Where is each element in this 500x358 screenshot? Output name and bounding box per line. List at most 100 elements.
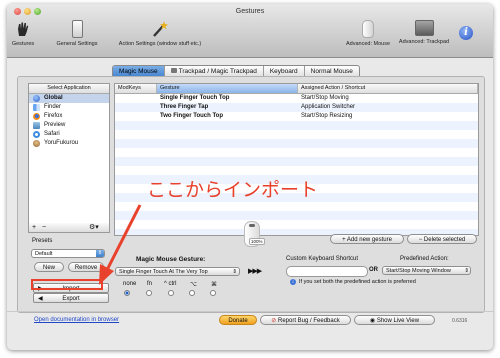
app-item-safari[interactable]: Safari [29, 130, 109, 139]
toolbar-action-settings[interactable]: Action Settings (window stuff etc.) [105, 20, 215, 47]
shortcut-label: Custom Keyboard Shortcut [286, 256, 359, 262]
app-item-finder[interactable]: Finder [29, 103, 109, 112]
modkey-radio-option[interactable] [189, 290, 195, 296]
gesture-select[interactable]: Single Finger Touch At The Very Top ⇕ [115, 267, 240, 276]
export-arrow-icon: ◀ [38, 296, 43, 302]
export-label: Export [62, 296, 80, 302]
gesture-select-value: Single Finger Touch At The Very Top [119, 269, 208, 275]
app-item-preview[interactable]: Preview [29, 121, 109, 130]
import-annotation-text: ここからインポート [147, 179, 319, 201]
app-item-firefox[interactable]: Firefox [29, 112, 109, 121]
table-cell-modkeys [115, 94, 157, 103]
mouse-touch-top-indicator [249, 224, 255, 227]
chevron-updown-icon: ⇕ [464, 268, 469, 274]
chevron-updown-icon: ⇕ [232, 269, 237, 275]
table-row[interactable]: Two Finger Touch Top Start/Stop Resizing [115, 112, 478, 121]
info-small-icon: i [290, 279, 296, 285]
trackpad-tab-icon [170, 68, 177, 73]
table-cell-action: Start/Stop Moving [301, 95, 349, 101]
table-cell-gesture: Three Finger Tap [160, 104, 209, 110]
table-cell-action: Start/Stop Resizing [301, 113, 353, 119]
application-list-controls: + − ⚙▾ [28, 223, 110, 233]
modkey-label-none: none [123, 281, 137, 287]
export-button[interactable]: ◀ Export [33, 293, 109, 303]
table-cell-action: Application Switcher [301, 104, 356, 110]
tab-trackpad-label: Trackpad / Magic Trackpad [178, 68, 257, 75]
toolbar-adv-trackpad-label: Advanced: Trackpad [398, 39, 450, 45]
table-cell-gesture: Two Finger Touch Top [160, 113, 223, 119]
predefined-select-value: Start/Stop Moving Window [386, 268, 451, 274]
info-icon[interactable]: i [459, 26, 473, 40]
delete-selected-button[interactable]: − Delete selected [407, 234, 477, 244]
show-live-view-button[interactable]: ◉ Show Live View [354, 315, 435, 325]
report-icon: ⊘ [271, 318, 278, 324]
donate-button[interactable]: Donate [219, 315, 257, 325]
report-bug-label: Report Bug / Feedback [278, 318, 340, 324]
gesture-table-header: ModKeys Gesture Assigned Action / Shortc… [115, 84, 478, 94]
gesture-select-label: Magic Mouse Gesture: [136, 256, 206, 263]
gear-icon[interactable]: ⚙▾ [89, 223, 99, 232]
eye-icon: ◉ [369, 318, 377, 324]
modkey-radio-command[interactable] [210, 290, 216, 296]
modkey-label-command: ⌘ [211, 282, 217, 288]
footer-divider [7, 311, 493, 312]
app-item-label: YoruFukurou [44, 140, 79, 146]
switch-icon [71, 20, 83, 38]
add-app-button[interactable]: + [32, 223, 36, 232]
toolbar-general-label: General Settings [56, 41, 98, 47]
table-row-empty [115, 148, 478, 157]
report-bug-button[interactable]: ⊘ Report Bug / Feedback [260, 315, 351, 325]
modkey-radio-none[interactable] [124, 290, 130, 296]
app-item-label: Global [44, 95, 63, 101]
window-title: Gestures [235, 8, 265, 15]
arrows-indicator: ▶▶▶ [248, 268, 262, 275]
toolbar-gestures[interactable]: Gestures [9, 20, 37, 47]
toolbar-advanced-mouse[interactable]: Advanced: Mouse [343, 20, 393, 47]
modkey-label-fn: fn [147, 281, 153, 287]
table-row[interactable]: Single Finger Touch Top Start/Stop Movin… [115, 94, 478, 103]
table-cell-gesture: Single Finger Touch Top [160, 95, 230, 101]
table-row-empty [115, 130, 478, 139]
select-stepper-icon: ⇕ [96, 250, 104, 257]
table-row-empty [115, 202, 478, 211]
finder-icon [33, 104, 40, 111]
app-item-label: Safari [44, 131, 60, 137]
magic-wand-icon [151, 20, 169, 38]
window-toolbar: Gestures Gestures General Settings Actio… [7, 4, 493, 58]
version-label: 0.6316 [452, 318, 468, 324]
preset-select[interactable]: Default ⇕ [31, 249, 105, 258]
global-icon [33, 95, 40, 102]
trackpad-icon [414, 20, 434, 36]
app-item-label: Firefox [44, 113, 63, 119]
new-preset-button[interactable]: New [34, 262, 64, 272]
toolbar-gestures-label: Gestures [11, 41, 35, 47]
modkey-radio-ctrl[interactable] [168, 290, 174, 296]
show-live-view-label: Show Live View [376, 318, 420, 324]
predefined-action-select[interactable]: Start/Stop Moving Window ⇕ [382, 266, 471, 275]
documentation-link[interactable]: Open documentation in browser [34, 317, 119, 323]
column-modkeys[interactable]: ModKeys [115, 84, 157, 93]
safari-icon [33, 131, 40, 138]
app-item-yorufukurou[interactable]: YoruFukurou [29, 139, 109, 148]
table-row[interactable]: Three Finger Tap Application Switcher [115, 103, 478, 112]
shortcut-input[interactable] [286, 266, 368, 277]
modkey-radio-fn[interactable] [146, 290, 152, 296]
preset-select-value: Default [35, 251, 53, 257]
delete-selected-label: Delete selected [423, 237, 466, 243]
table-row-empty [115, 121, 478, 130]
column-action[interactable]: Assigned Action / Shortcut [298, 84, 478, 93]
app-item-label: Finder [44, 104, 62, 110]
info-note: If you set both the predefined action is… [299, 279, 416, 285]
application-list: Select Application Global Finder Firefox… [28, 83, 110, 225]
column-gesture[interactable]: Gesture [157, 84, 298, 93]
toolbar-advanced-trackpad[interactable]: Advanced: Trackpad [397, 20, 451, 45]
firefox-icon [33, 113, 40, 120]
app-item-global[interactable]: Global [29, 94, 109, 103]
modkey-label-option: ⌥ [190, 282, 197, 288]
remove-preset-button[interactable]: Remove [68, 262, 104, 272]
toolbar-general-settings[interactable]: General Settings [55, 20, 99, 47]
add-gesture-button[interactable]: + Add new gesture [330, 234, 404, 244]
toolbar-adv-mouse-label: Advanced: Mouse [345, 41, 391, 47]
presets-label: Presets [32, 238, 53, 244]
remove-app-button[interactable]: − [42, 223, 46, 232]
